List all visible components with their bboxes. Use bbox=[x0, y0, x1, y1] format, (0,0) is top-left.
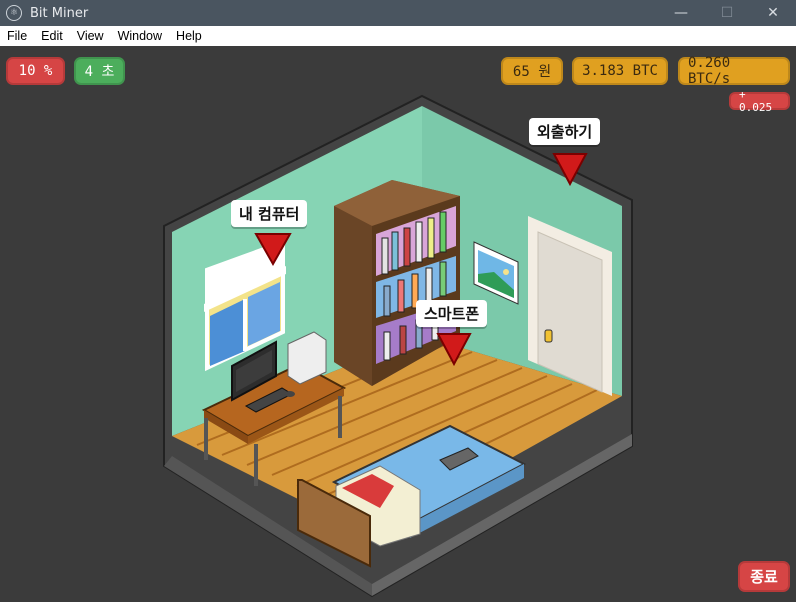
menu-edit[interactable]: Edit bbox=[34, 29, 70, 43]
money-badge: 65 원 bbox=[501, 57, 563, 85]
title-bar: ⚛ Bit Miner — ☐ ✕ bbox=[0, 0, 796, 26]
btc-rate-badge: 0.260 BTC/s bbox=[678, 55, 790, 87]
app-icon: ⚛ bbox=[6, 5, 22, 21]
minimize-button[interactable]: — bbox=[658, 0, 704, 26]
menu-bar: File Edit View Window Help bbox=[0, 26, 796, 46]
end-button[interactable]: 종료 bbox=[738, 561, 790, 592]
menu-file[interactable]: File bbox=[0, 29, 34, 43]
maximize-button[interactable]: ☐ bbox=[704, 0, 750, 26]
phone-label[interactable]: 스마트폰 bbox=[416, 300, 488, 327]
app-window: ⚛ Bit Miner — ☐ ✕ File Edit View Window … bbox=[0, 0, 796, 598]
door-label[interactable]: 외출하기 bbox=[529, 118, 601, 145]
game-scene: 내 컴퓨터 스마트폰 외출하기 bbox=[0, 46, 796, 598]
mouse[interactable] bbox=[285, 391, 295, 397]
btc-delta-badge: + 0.025 bbox=[729, 88, 790, 114]
timer-badge: 4 초 bbox=[74, 57, 125, 85]
btc-balance-badge: 3.183 BTC bbox=[572, 57, 668, 85]
close-button[interactable]: ✕ bbox=[750, 0, 796, 26]
progress-badge: 10 % bbox=[6, 57, 65, 85]
menu-help[interactable]: Help bbox=[169, 29, 209, 43]
menu-window[interactable]: Window bbox=[111, 29, 169, 43]
room-illustration bbox=[163, 94, 633, 598]
computer-label[interactable]: 내 컴퓨터 bbox=[231, 200, 308, 227]
window-controls: — ☐ ✕ bbox=[658, 0, 796, 26]
window-title: Bit Miner bbox=[30, 5, 89, 21]
menu-view[interactable]: View bbox=[70, 29, 111, 43]
